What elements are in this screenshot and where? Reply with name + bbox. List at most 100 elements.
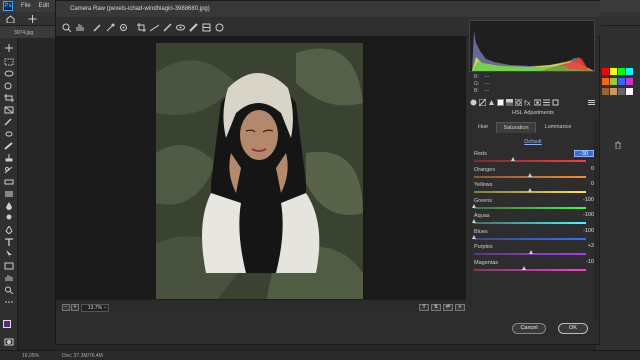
slider-value-input[interactable]: 0 — [574, 181, 594, 188]
move-icon[interactable] — [4, 44, 14, 52]
swatch-magenta[interactable] — [626, 78, 633, 85]
swatch-lime[interactable] — [610, 78, 617, 85]
tab-saturation[interactable]: Saturation — [496, 122, 536, 133]
slider-thumb[interactable] — [510, 157, 515, 161]
panel-menu-icon[interactable] — [588, 99, 595, 106]
slider-track[interactable] — [474, 222, 586, 224]
slider-value-input[interactable]: -100 — [574, 228, 594, 235]
more-tools-icon[interactable] — [4, 298, 14, 306]
color-sampler-icon[interactable] — [106, 23, 115, 32]
lens-corrections-icon[interactable] — [514, 98, 523, 107]
zoom-tool-icon[interactable] — [62, 23, 72, 33]
slider-track[interactable] — [474, 206, 586, 209]
quick-select-icon[interactable] — [4, 82, 14, 90]
swatch-brown[interactable] — [602, 88, 609, 95]
type-icon[interactable] — [4, 238, 14, 246]
swap-settings-icon[interactable]: ⇅ — [431, 304, 441, 311]
swatch-yellow[interactable] — [610, 68, 617, 75]
pen-icon[interactable] — [4, 225, 14, 235]
slider-thumb[interactable] — [527, 188, 532, 192]
lasso-icon[interactable] — [4, 70, 14, 78]
clone-stamp-icon[interactable] — [4, 154, 14, 162]
menu-edit[interactable]: Edit — [39, 3, 49, 9]
hsl-panel-icon[interactable] — [497, 99, 504, 106]
adjustment-brush-icon[interactable] — [189, 23, 198, 32]
gradient-icon[interactable] — [4, 190, 14, 198]
tab-hue[interactable]: Hue — [472, 122, 494, 133]
slider-value-input[interactable]: 0 — [574, 166, 594, 173]
hand-icon[interactable] — [4, 274, 14, 282]
swatch-white[interactable] — [626, 88, 633, 95]
crop-tool-icon[interactable] — [137, 23, 146, 32]
slider-thumb[interactable] — [521, 265, 526, 270]
slider-value-input[interactable]: +3 — [574, 243, 594, 250]
slider-thumb[interactable] — [471, 234, 476, 239]
camera-calibration-icon[interactable] — [533, 99, 542, 106]
brush-icon[interactable] — [4, 142, 14, 150]
white-balance-icon[interactable] — [93, 23, 102, 32]
slider-value-input[interactable]: -10 — [574, 259, 594, 266]
snapshots-panel-icon[interactable] — [552, 99, 559, 106]
before-after-y-button[interactable]: Y — [419, 304, 429, 311]
eraser-icon[interactable] — [4, 178, 14, 186]
copy-settings-icon[interactable]: ⇄ — [443, 304, 453, 311]
presets-panel-icon[interactable] — [543, 99, 550, 106]
crop-icon[interactable] — [4, 94, 14, 102]
basic-panel-icon[interactable] — [470, 99, 477, 106]
home-icon[interactable] — [6, 15, 15, 25]
swatch-blue[interactable] — [618, 78, 625, 85]
chevron-down-icon[interactable]: ⌄ — [103, 304, 107, 310]
swatch-tan[interactable] — [610, 88, 617, 95]
swatch-orange[interactable] — [602, 78, 609, 85]
slider-thumb[interactable] — [471, 203, 476, 208]
marquee-icon[interactable] — [4, 58, 14, 66]
slider-track[interactable] — [474, 237, 586, 240]
spot-removal-icon[interactable] — [163, 23, 172, 32]
preview-image[interactable] — [156, 43, 363, 301]
preview-toggle-icon[interactable]: ≡ — [455, 304, 465, 311]
radial-filter-icon[interactable] — [215, 23, 224, 32]
zoom-icon[interactable] — [4, 286, 14, 295]
graduated-filter-icon[interactable] — [202, 23, 211, 32]
rectangle-icon[interactable] — [4, 262, 14, 270]
slider-value-input[interactable]: -100 — [574, 212, 594, 219]
image-canvas[interactable] — [56, 37, 466, 301]
quick-mask-icon[interactable] — [4, 338, 14, 346]
slider-thumb[interactable] — [527, 172, 532, 177]
straighten-icon[interactable] — [149, 23, 160, 32]
slider-value-input[interactable]: -100 — [574, 197, 594, 204]
zoom-out-button[interactable]: − — [62, 304, 70, 311]
slider-thumb[interactable] — [471, 219, 476, 223]
tab-luminance[interactable]: Luminance — [538, 122, 578, 133]
zoom-in-button[interactable]: + — [71, 304, 79, 311]
menu-file[interactable]: File — [21, 3, 31, 9]
healing-brush-icon[interactable] — [4, 130, 14, 138]
default-link[interactable]: Default — [468, 139, 598, 145]
trash-icon[interactable] — [614, 141, 622, 151]
targeted-adjustment-icon[interactable] — [119, 23, 128, 32]
hand-tool-icon[interactable] — [75, 23, 84, 32]
swatch-gray[interactable] — [618, 88, 625, 95]
red-eye-icon[interactable] — [176, 23, 185, 32]
eyedropper-icon[interactable] — [4, 118, 14, 126]
slider-track[interactable] — [474, 268, 586, 271]
tone-curve-icon[interactable] — [478, 98, 487, 107]
cancel-button[interactable]: Cancel — [512, 323, 546, 334]
slider-thumb[interactable] — [529, 250, 534, 254]
effects-panel-icon[interactable]: fx — [524, 99, 531, 108]
ok-button[interactable]: OK — [558, 323, 588, 334]
swatch-green[interactable] — [618, 68, 625, 75]
frame-icon[interactable] — [4, 106, 14, 114]
blur-icon[interactable] — [4, 202, 14, 210]
path-select-icon[interactable] — [4, 250, 14, 258]
history-brush-icon[interactable] — [4, 166, 14, 174]
dodge-icon[interactable] — [4, 214, 14, 222]
detail-panel-icon[interactable] — [488, 99, 495, 106]
split-toning-icon[interactable] — [506, 99, 513, 106]
foreground-color-swatch[interactable] — [3, 320, 11, 328]
document-tab[interactable]: 3074.jpg — [14, 30, 33, 36]
slider-track[interactable] — [474, 160, 586, 162]
move-tool-icon[interactable] — [28, 15, 37, 25]
swatch-red[interactable] — [602, 68, 609, 75]
swatch-cyan[interactable] — [626, 68, 633, 75]
